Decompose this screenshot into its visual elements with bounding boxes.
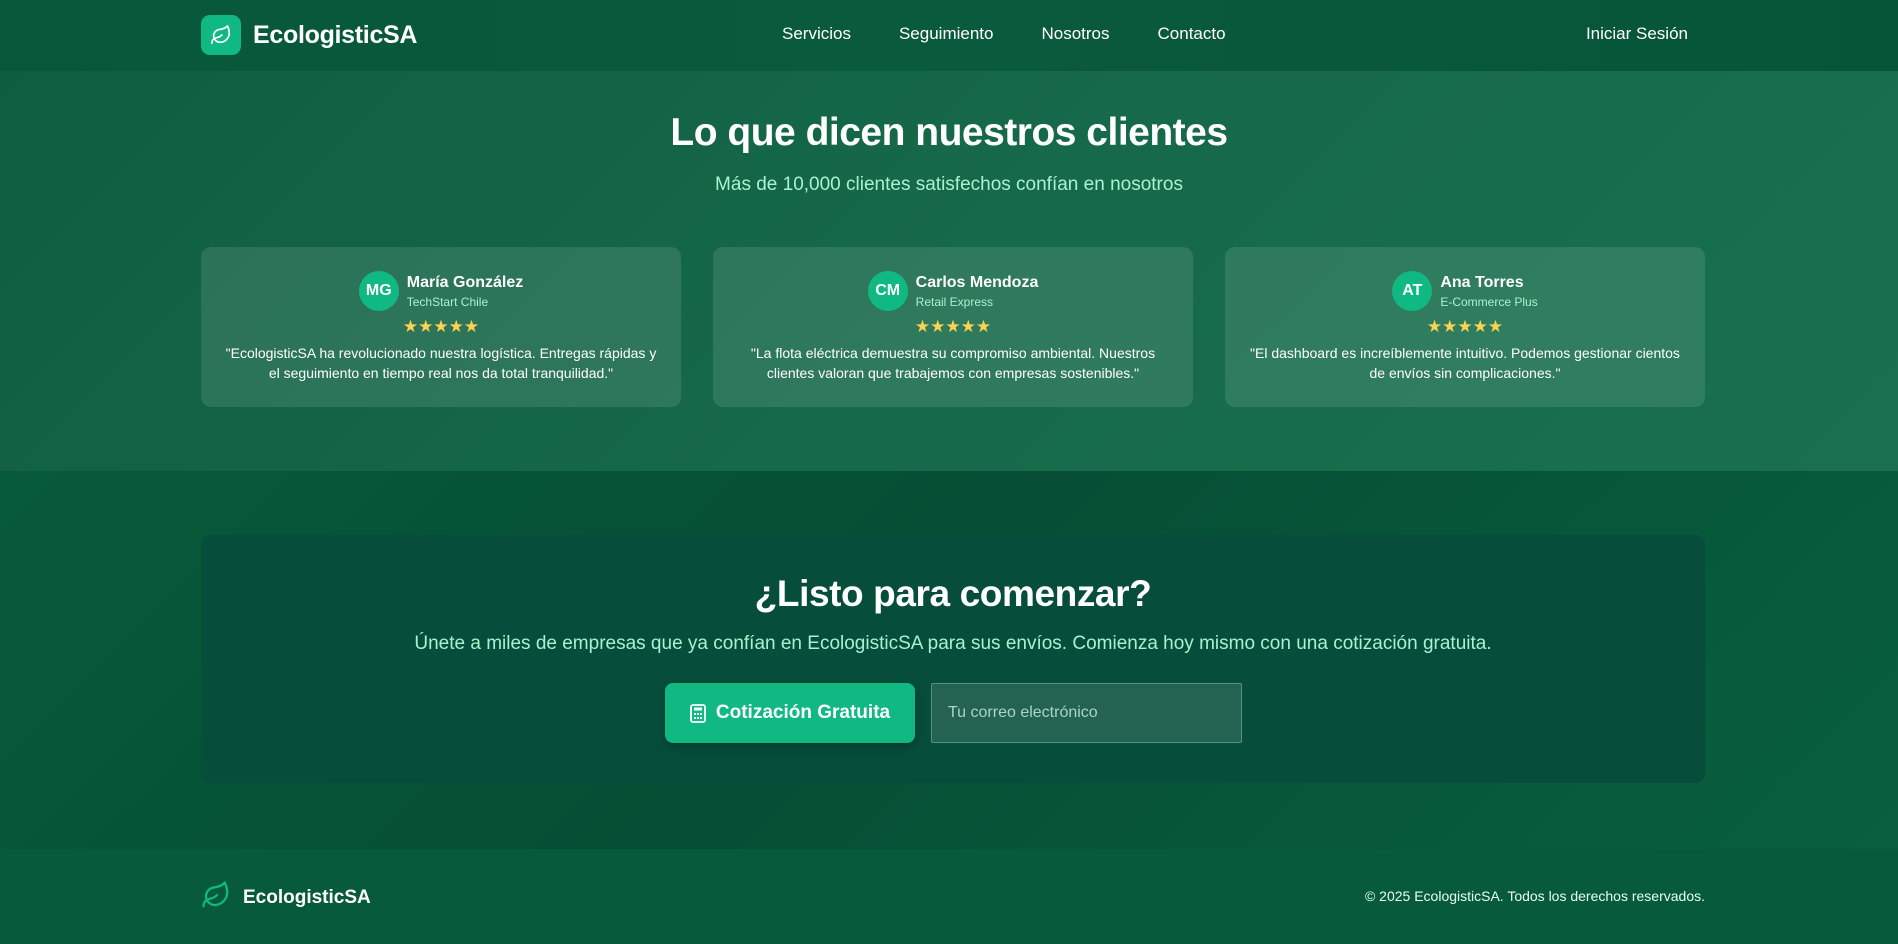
cta-panel: ¿Listo para comenzar? Únete a miles de e… xyxy=(201,535,1705,783)
customer-company: E-Commerce Plus xyxy=(1440,295,1538,309)
testimonial-quote: "La flota eléctrica demuestra su comprom… xyxy=(750,345,1156,381)
testimonial-header: MG María González TechStart Chile xyxy=(201,271,681,311)
calculator-icon xyxy=(690,703,706,723)
cta-text: Únete a miles de empresas que ya confían… xyxy=(414,633,1492,654)
email-input[interactable] xyxy=(931,683,1242,743)
testimonial-card: CM Carlos Mendoza Retail Express ★★★★★ "… xyxy=(713,247,1193,407)
brand-link[interactable]: EcologisticSA xyxy=(201,15,418,55)
cta-title: ¿Listo para comenzar? xyxy=(754,573,1152,614)
customer-name: Ana Torres xyxy=(1440,274,1524,291)
leaf-icon xyxy=(201,15,241,55)
testimonial-person: María González TechStart Chile xyxy=(407,271,523,310)
cta-actions: Cotización Gratuita xyxy=(665,683,1242,743)
copyright-text: © 2025 EcologisticSA. Todos los derechos… xyxy=(1364,888,1705,904)
nav-item-nosotros[interactable]: Nosotros xyxy=(1041,24,1109,44)
testimonial-card: MG María González TechStart Chile ★★★★★ … xyxy=(201,247,681,407)
footer-brand-name: EcologisticSA xyxy=(243,886,371,908)
testimonials-section: Lo que dicen nuestros clientes Más de 10… xyxy=(0,71,1898,471)
testimonial-header: AT Ana Torres E-Commerce Plus xyxy=(1225,271,1705,311)
star-rating: ★★★★★ xyxy=(914,317,992,336)
avatar: CM xyxy=(867,271,908,311)
nav-item-seguimiento[interactable]: Seguimiento xyxy=(899,24,994,44)
brand-name: EcologisticSA xyxy=(253,20,418,49)
cta-section: ¿Listo para comenzar? Únete a miles de e… xyxy=(0,471,1898,849)
free-quote-button[interactable]: Cotización Gratuita xyxy=(665,683,915,743)
star-rating: ★★★★★ xyxy=(402,317,480,336)
testimonials-title: Lo que dicen nuestros clientes xyxy=(670,111,1228,154)
site-footer: EcologisticSA © 2025 EcologisticSA. Todo… xyxy=(0,849,1898,944)
customer-name: María González xyxy=(406,274,524,291)
footer-brand[interactable]: EcologisticSA xyxy=(201,880,371,915)
testimonial-person: Carlos Mendoza Retail Express xyxy=(916,271,1039,310)
testimonials-subtitle: Más de 10,000 clientes satisfechos confí… xyxy=(715,174,1183,195)
testimonial-quote: "El dashboard es increíblemente intuitiv… xyxy=(1250,345,1680,381)
login-link[interactable]: Iniciar Sesión xyxy=(1586,24,1688,44)
avatar: AT xyxy=(1392,271,1433,311)
free-quote-label: Cotización Gratuita xyxy=(715,702,891,723)
nav-item-servicios[interactable]: Servicios xyxy=(782,24,851,44)
testimonial-header: CM Carlos Mendoza Retail Express xyxy=(713,271,1193,311)
customer-company: TechStart Chile xyxy=(406,295,489,309)
site-header: EcologisticSA Servicios Seguimiento Noso… xyxy=(0,0,1898,71)
testimonial-cards: MG María González TechStart Chile ★★★★★ … xyxy=(201,247,1705,407)
main-nav: Servicios Seguimiento Nosotros Contacto xyxy=(782,24,1274,44)
testimonial-person: Ana Torres E-Commerce Plus xyxy=(1440,271,1537,310)
nav-item-contacto[interactable]: Contacto xyxy=(1158,24,1226,44)
testimonial-card: AT Ana Torres E-Commerce Plus ★★★★★ "El … xyxy=(1225,247,1705,407)
avatar: MG xyxy=(358,271,399,311)
customer-name: Carlos Mendoza xyxy=(915,274,1039,291)
leaf-icon xyxy=(201,880,231,915)
star-rating: ★★★★★ xyxy=(1426,317,1504,336)
customer-company: Retail Express xyxy=(915,295,994,309)
testimonial-quote: "EcologisticSA ha revolucionado nuestra … xyxy=(225,345,657,381)
